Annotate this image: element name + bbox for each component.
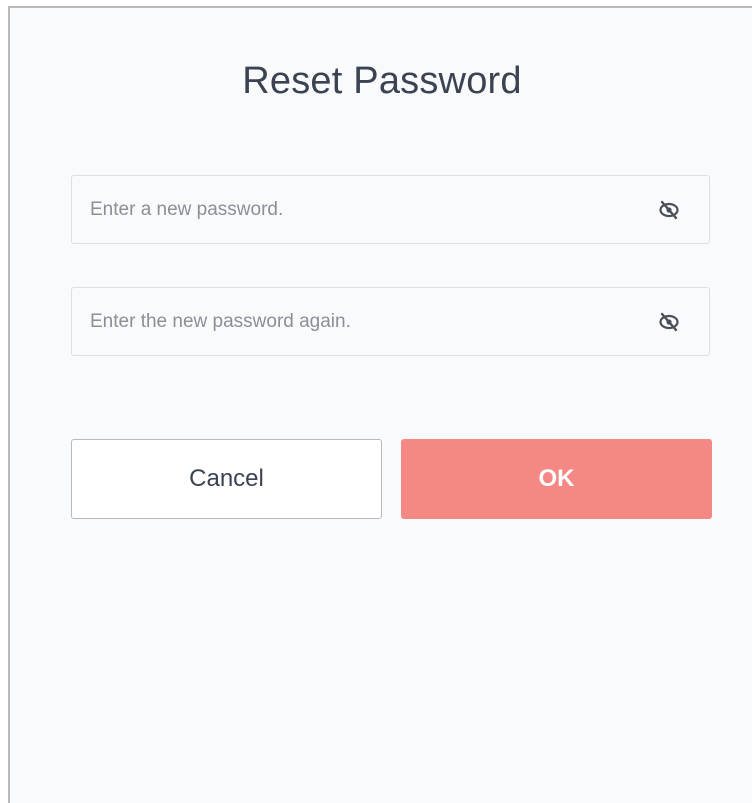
eye-slash-icon[interactable] xyxy=(657,198,681,222)
confirm-password-input[interactable] xyxy=(90,288,650,355)
cancel-button[interactable]: Cancel xyxy=(71,439,382,519)
ok-button[interactable]: OK xyxy=(401,439,712,519)
confirm-password-field[interactable] xyxy=(71,287,710,356)
reset-password-dialog: Reset Password Cancel OK xyxy=(8,6,752,803)
new-password-field[interactable] xyxy=(71,175,710,244)
eye-slash-icon[interactable] xyxy=(657,310,681,334)
new-password-input[interactable] xyxy=(90,176,650,243)
dialog-title: Reset Password xyxy=(242,60,522,102)
